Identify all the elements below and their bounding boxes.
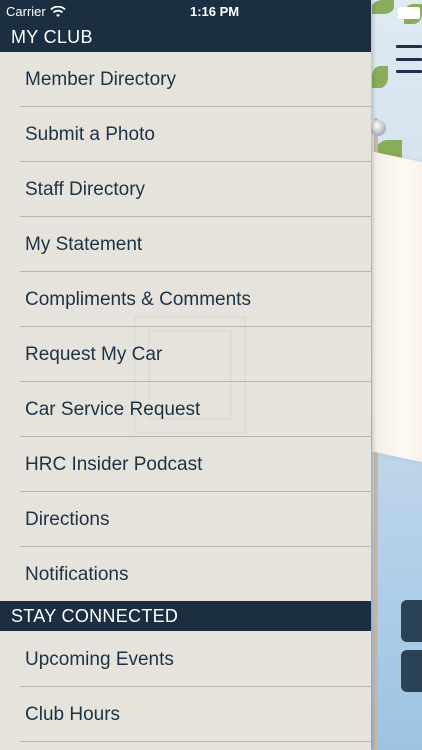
menu-item-directions[interactable]: Directions: [0, 492, 371, 547]
menu-item-hrc-insider-podcast[interactable]: HRC Insider Podcast: [0, 437, 371, 492]
carrier-label: Carrier: [6, 4, 46, 19]
menu-item-car-service-request[interactable]: Car Service Request: [0, 382, 371, 437]
menu-item-label: Notifications: [25, 563, 129, 585]
menu-item-request-my-car[interactable]: Request My Car: [0, 327, 371, 382]
menu-item-my-statement[interactable]: My Statement: [0, 217, 371, 272]
leaf-decoration: [372, 66, 388, 88]
menu-item-notifications[interactable]: Notifications: [0, 547, 371, 602]
hamburger-line: [396, 45, 422, 48]
menu-item-label: Compliments & Comments: [25, 288, 251, 310]
status-time: 1:16 PM: [190, 4, 240, 19]
wifi-icon: [50, 5, 66, 17]
menu-item-submit-photo[interactable]: Submit a Photo: [0, 107, 371, 162]
menu-item-upcoming-events[interactable]: Upcoming Events: [0, 632, 371, 687]
battery-icon: [398, 7, 420, 19]
section-header-my-club: MY CLUB: [0, 22, 371, 52]
menu-item-label: HRC Insider Podcast: [25, 453, 203, 475]
leaf-decoration: [372, 0, 394, 14]
section-title: STAY CONNECTED: [11, 605, 179, 626]
flag-pole-finial: [370, 120, 386, 136]
side-button[interactable]: [401, 600, 422, 642]
menu-item-label: Member Directory: [25, 68, 176, 90]
menu-item-label: Car Service Request: [25, 398, 201, 420]
menu-item-compliments-comments[interactable]: Compliments & Comments: [0, 272, 371, 327]
carrier: Carrier: [6, 4, 66, 19]
menu-item-label: Club Hours: [25, 703, 121, 725]
menu-item-label: My Statement: [25, 233, 143, 255]
menu-item-staff-directory[interactable]: Staff Directory: [0, 162, 371, 217]
navigation-drawer: Carrier 1:16 PM MY CLUB Member Directory…: [0, 0, 371, 750]
side-button[interactable]: [401, 650, 422, 692]
hamburger-line: [396, 70, 422, 73]
status-bar: Carrier 1:16 PM: [0, 0, 371, 22]
hamburger-line: [396, 57, 422, 61]
menu-item-label: Submit a Photo: [25, 123, 155, 145]
menu-item-label: Request My Car: [25, 343, 163, 365]
menu-item-label: Upcoming Events: [25, 648, 174, 670]
menu-item-label: Staff Directory: [25, 178, 146, 200]
flag-image: [372, 151, 422, 469]
section-header-stay-connected: STAY CONNECTED: [0, 601, 371, 631]
menu-item-label: Directions: [25, 508, 110, 530]
menu-item-member-directory[interactable]: Member Directory: [0, 52, 371, 107]
menu-item-club-hours[interactable]: Club Hours: [0, 687, 371, 742]
hamburger-menu-icon[interactable]: [396, 45, 422, 73]
section-title: MY CLUB: [11, 26, 93, 47]
